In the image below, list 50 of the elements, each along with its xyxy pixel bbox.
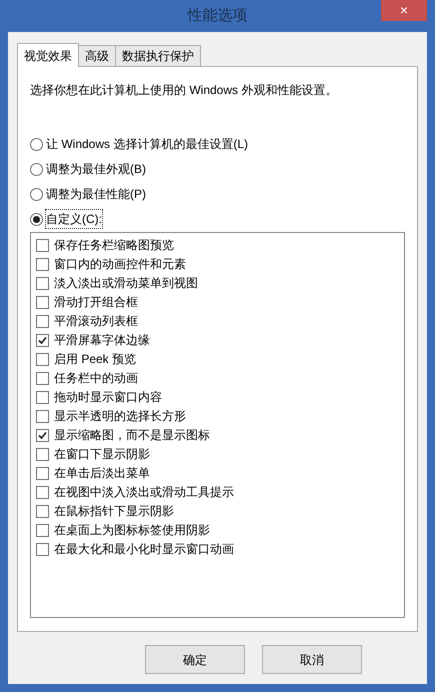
radio-label: 让 Windows 选择计算机的最佳设置(L) <box>46 136 248 153</box>
checkbox[interactable] <box>36 372 49 384</box>
checkbox[interactable] <box>36 486 49 498</box>
window-title: 性能选项 <box>188 6 248 26</box>
checkbox-label: 在视图中淡入淡出或滑动工具提示 <box>54 484 234 501</box>
radio-button[interactable] <box>30 162 43 176</box>
checkbox-label: 启用 Peek 预览 <box>54 351 136 368</box>
checkbox-label: 显示缩略图，而不是显示图标 <box>54 427 210 444</box>
tab[interactable]: 高级 <box>78 45 116 66</box>
radio-button[interactable] <box>30 212 43 226</box>
checkbox-label: 平滑滚动列表框 <box>54 313 138 330</box>
checkbox[interactable] <box>36 258 49 270</box>
description-text: 选择你想在此计算机上使用的 Windows 外观和性能设置。 <box>30 82 338 99</box>
checkbox[interactable] <box>36 466 49 480</box>
checkbox[interactable] <box>36 276 49 290</box>
checkbox-label: 任务栏中的动画 <box>54 370 138 387</box>
checkbox-label: 在窗口下显示阴影 <box>54 446 150 463</box>
checkbox[interactable] <box>36 542 49 556</box>
radio-button[interactable] <box>30 188 43 200</box>
radio-button[interactable] <box>30 138 43 150</box>
checkbox-label: 在桌面上为图标标签使用阴影 <box>54 522 210 539</box>
checkbox-label: 平滑屏幕字体边缘 <box>54 332 150 349</box>
radio-label: 调整为最佳性能(P) <box>46 186 146 203</box>
checkbox[interactable] <box>36 296 49 308</box>
checkbox[interactable] <box>36 238 49 252</box>
radio-label: 自定义(C): <box>46 210 102 228</box>
checkbox-label: 窗口内的动画控件和元素 <box>54 256 186 273</box>
checkbox[interactable] <box>36 334 49 346</box>
tab[interactable]: 视觉效果 <box>17 43 79 67</box>
checkbox[interactable] <box>36 504 49 518</box>
tab[interactable]: 数据执行保护 <box>115 45 201 66</box>
checkbox-label: 在单击后淡出菜单 <box>54 465 150 482</box>
checkbox-label: 在鼠标指针下显示阴影 <box>54 503 174 520</box>
checkbox-label: 显示半透明的选择长方形 <box>54 408 186 425</box>
checkbox-label: 在最大化和最小化时显示窗口动画 <box>54 541 234 558</box>
radio-label: 调整为最佳外观(B) <box>46 161 146 178</box>
close-button[interactable]: × <box>381 0 427 21</box>
checkbox[interactable] <box>36 410 49 422</box>
checkbox-label: 淡入淡出或滑动菜单到视图 <box>54 275 198 292</box>
dialog-button[interactable]: 确定 <box>145 645 245 674</box>
checkbox[interactable] <box>36 390 49 404</box>
checkbox[interactable] <box>36 352 49 366</box>
dialog-button[interactable]: 取消 <box>262 645 362 674</box>
checkbox[interactable] <box>36 314 49 328</box>
checkbox[interactable] <box>36 524 49 536</box>
checkbox[interactable] <box>36 428 49 442</box>
checkbox-label: 拖动时显示窗口内容 <box>54 389 162 406</box>
checkbox-label: 滑动打开组合框 <box>54 294 138 311</box>
checkbox[interactable] <box>36 448 49 460</box>
checkbox-label: 保存任务栏缩略图预览 <box>54 237 174 254</box>
